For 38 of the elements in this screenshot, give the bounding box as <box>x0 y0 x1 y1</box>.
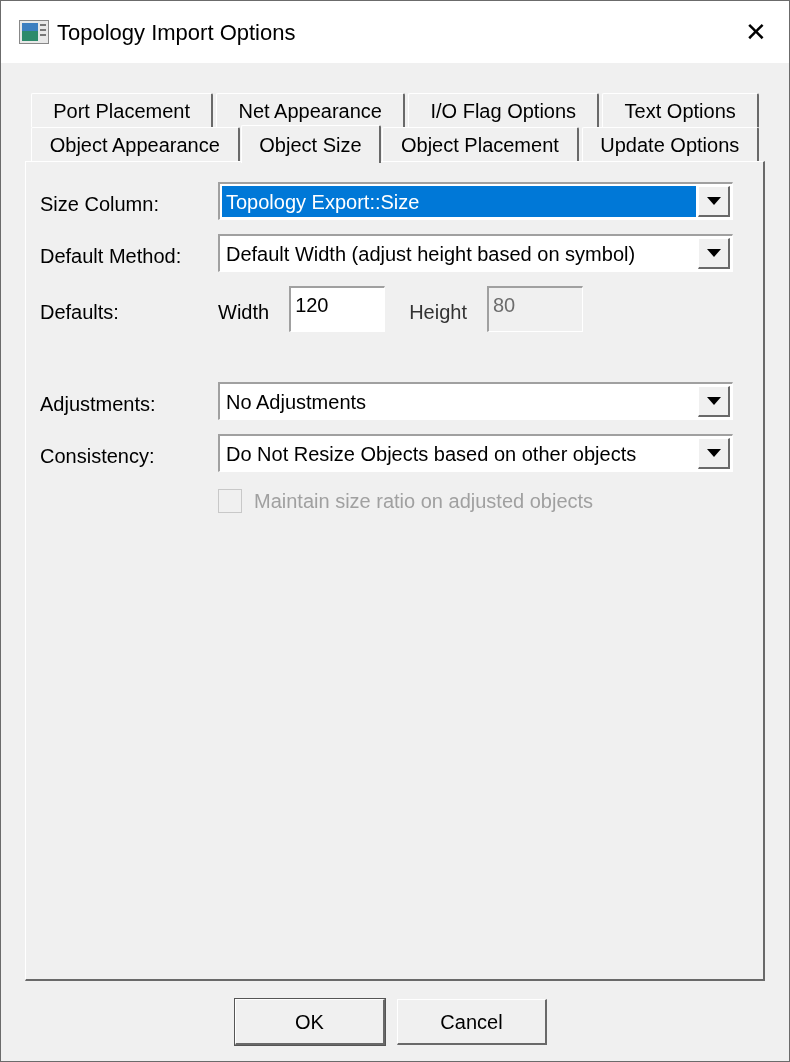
dropdown-arrow-button[interactable] <box>698 238 730 269</box>
dropdown[interactable]: Topology Export::Size <box>218 182 733 220</box>
dialog-button[interactable]: OK <box>235 999 385 1045</box>
dropdown-value: Default Width (adjust height based on symbol) <box>225 241 637 267</box>
field-label: Size Column: <box>40 192 160 217</box>
checkbox-label: Maintain size ratio on adjusted objects <box>254 489 594 514</box>
app-icon <box>19 20 49 44</box>
tab[interactable]: Object Appearance <box>31 127 240 161</box>
dropdown-value: No Adjustments <box>225 389 368 415</box>
tab[interactable]: Update Options <box>581 127 759 161</box>
dropdown-arrow-button[interactable] <box>698 438 730 469</box>
dialog-button[interactable]: Cancel <box>397 999 547 1045</box>
field-label: Height <box>409 300 467 325</box>
dropdown-arrow-button[interactable] <box>698 186 730 217</box>
field-label: Defaults: <box>40 300 120 325</box>
input-field[interactable]: 120 <box>289 286 386 332</box>
dropdown-arrow-button[interactable] <box>698 386 730 417</box>
dropdown[interactable]: Default Width (adjust height based on symbol) <box>218 234 733 272</box>
tab[interactable]: Object Size <box>240 125 382 163</box>
dropdown-value: Do Not Resize Objects based on other objects <box>225 441 638 467</box>
field-label: Width <box>218 300 270 325</box>
tab[interactable]: I/O Flag Options <box>408 93 600 127</box>
dropdown-value: Topology Export::Size <box>222 186 696 217</box>
field-label: Consistency: <box>40 444 156 469</box>
window-title: Topology Import Options <box>57 18 297 47</box>
tab[interactable]: Object Placement <box>382 127 579 161</box>
field-label: Adjustments: <box>40 392 157 417</box>
caret-icon <box>706 449 721 457</box>
tab[interactable]: Port Placement <box>31 93 214 127</box>
caret-icon <box>706 397 721 405</box>
caret-icon <box>706 249 721 257</box>
tab[interactable]: Text Options <box>602 93 760 127</box>
dropdown[interactable]: No Adjustments <box>218 382 733 420</box>
dropdown[interactable]: Do Not Resize Objects based on other objects <box>218 434 733 472</box>
caret-icon <box>706 197 721 205</box>
close-button[interactable]: ✕ <box>745 19 767 45</box>
tab[interactable]: Net Appearance <box>216 93 406 127</box>
field-label: Default Method: <box>40 244 183 269</box>
